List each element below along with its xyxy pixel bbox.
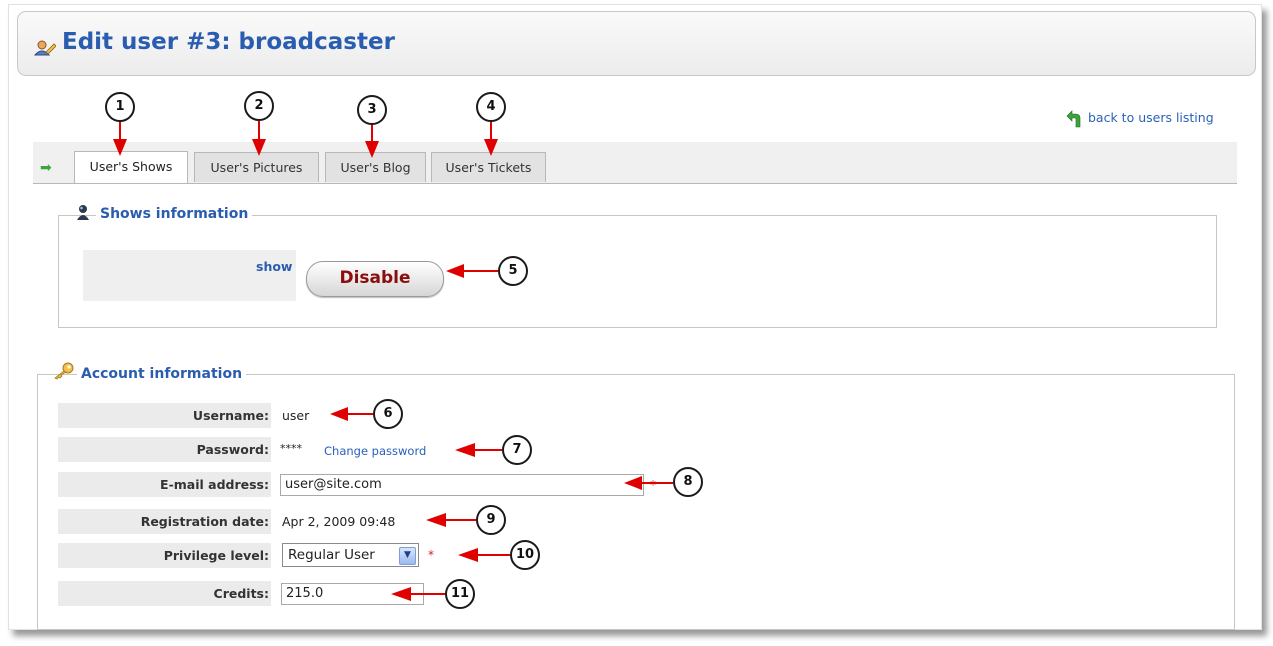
credits-label: Credits: xyxy=(58,581,271,606)
email-label: E-mail address: xyxy=(58,472,271,497)
user-edit-icon xyxy=(33,40,57,60)
callout-6: 6 xyxy=(373,399,403,429)
password-value: **** xyxy=(280,442,302,455)
arrow-right-icon: ➡ xyxy=(40,160,52,176)
show-label: show xyxy=(256,259,293,274)
registration-date-label: Registration date: xyxy=(58,509,271,534)
curved-back-arrow-icon[interactable] xyxy=(1066,110,1084,132)
broadcaster-icon xyxy=(76,204,90,224)
disable-show-button[interactable]: Disable xyxy=(306,261,444,297)
callout-8: 8 xyxy=(673,467,703,497)
email-required-marker: * xyxy=(650,478,656,492)
chevron-down-icon[interactable]: ▼ xyxy=(399,547,416,565)
privilege-required-marker: * xyxy=(428,548,434,562)
callout-10: 10 xyxy=(510,540,540,570)
tab-users-pictures[interactable]: User's Pictures xyxy=(194,152,319,182)
callout-4: 4 xyxy=(476,92,506,122)
change-password-link[interactable]: Change password xyxy=(324,444,426,458)
account-information-title: Account information xyxy=(77,366,247,382)
username-label: Username: xyxy=(58,403,271,428)
privilege-level-label: Privilege level: xyxy=(58,543,271,568)
callout-7: 7 xyxy=(502,435,532,465)
back-to-users-link[interactable]: back to users listing xyxy=(1088,110,1214,125)
callout-5: 5 xyxy=(498,256,528,286)
callout-11: 11 xyxy=(445,579,475,609)
shows-information-title: Shows information xyxy=(96,206,253,222)
privilege-level-select[interactable]: Regular User ▼ xyxy=(282,543,419,567)
key-icon xyxy=(53,362,75,384)
email-field[interactable]: user@site.com xyxy=(280,474,644,496)
callout-2: 2 xyxy=(244,91,274,121)
callout-1: 1 xyxy=(105,92,135,122)
tab-users-shows[interactable]: User's Shows xyxy=(74,151,188,183)
callout-3: 3 xyxy=(357,95,387,125)
password-label: Password: xyxy=(58,437,271,462)
tab-users-blog[interactable]: User's Blog xyxy=(325,152,426,182)
credits-field[interactable]: 215.0 xyxy=(281,583,424,605)
tab-users-tickets[interactable]: User's Tickets xyxy=(431,152,546,182)
page-title: Edit user #3: broadcaster xyxy=(62,29,395,55)
privilege-level-value: Regular User xyxy=(288,547,375,563)
callout-9: 9 xyxy=(476,505,506,535)
registration-date-value: Apr 2, 2009 09:48 xyxy=(282,514,396,529)
username-value: user xyxy=(282,408,310,423)
show-row-label-cell xyxy=(83,250,296,301)
